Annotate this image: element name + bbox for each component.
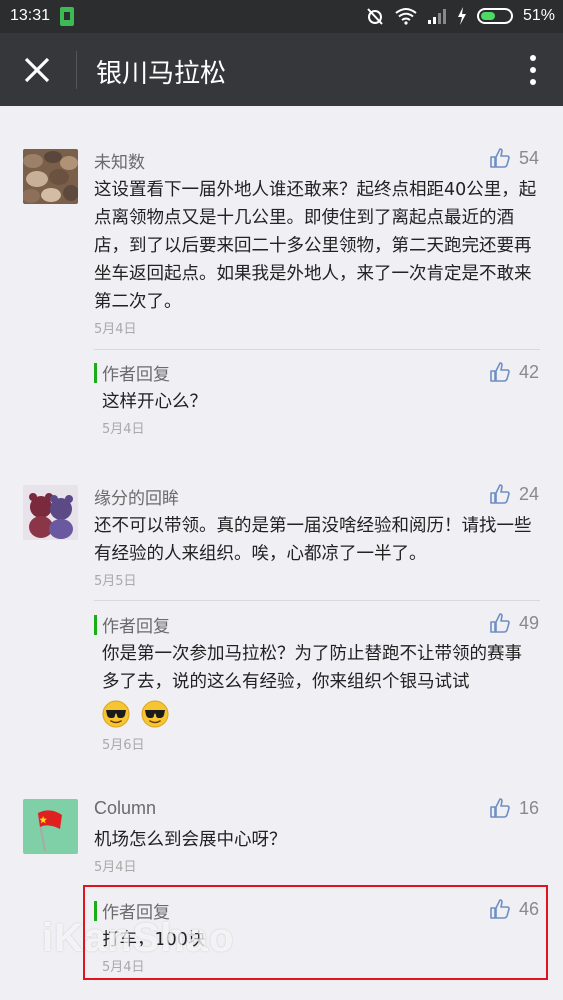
comment-author[interactable]: 缘分的回眸 [94, 484, 179, 509]
avatar[interactable] [23, 485, 78, 540]
avatar[interactable] [23, 149, 78, 204]
comment-date: 5月4日 [94, 860, 137, 875]
like-button[interactable]: 24 [489, 483, 539, 505]
divider [94, 600, 540, 601]
comment-text: 机场怎么到会展中心呀？ [94, 830, 287, 850]
comment-author[interactable]: Column [94, 798, 156, 819]
alarm-off-icon [367, 8, 383, 25]
cool-sunglasses-emoji [102, 700, 130, 728]
reply-like-button[interactable]: 42 [489, 361, 539, 383]
signal-icon [427, 9, 446, 24]
thumbs-up-icon [490, 484, 510, 504]
like-count: 24 [518, 483, 539, 504]
reply-date: 5月6日 [102, 738, 145, 753]
like-button[interactable]: 54 [489, 147, 539, 169]
divider [94, 349, 540, 350]
status-icons: 51% [365, 6, 555, 26]
watermark: iKanShao [42, 916, 234, 961]
status-bar: 13:31 51% [0, 0, 563, 33]
comment-date: 5月5日 [94, 574, 137, 589]
reply-accent-bar [94, 363, 97, 383]
reply-date: 5月4日 [102, 422, 145, 437]
like-count: 42 [518, 361, 539, 382]
comment-text: 这设置看下一届外地人谁还敢来？起终点相距40公里，起点离领物点又是十几公里。即使… [94, 180, 537, 312]
thumbs-up-icon [490, 613, 510, 633]
thumbs-up-icon [490, 798, 510, 818]
reply-label: 作者回复 [102, 617, 170, 637]
comment-list[interactable]: 未知数 54 这设置看下一届外地人谁还敢来？起终点相距40公里，起点离领物点又是… [0, 106, 563, 1000]
avatar[interactable] [23, 799, 78, 854]
cool-sunglasses-emoji [141, 700, 169, 728]
like-count: 16 [518, 797, 539, 818]
reply-like-button[interactable]: 49 [489, 612, 539, 634]
thumbs-up-icon [490, 362, 510, 382]
comment-date: 5月4日 [94, 322, 137, 337]
charging-icon [457, 7, 466, 25]
battery-level [480, 12, 495, 20]
more-vertical-icon[interactable] [525, 51, 541, 89]
watermark-text: iKanShao [42, 916, 235, 960]
comment-author[interactable]: 未知数 [94, 148, 145, 173]
page-title: 银川马拉松 [96, 59, 227, 89]
reply-emoji-row [102, 700, 175, 732]
battery-percent: 51% [522, 7, 555, 24]
comment-text: 还不可以带领。真的是第一届没啥经验和阅历！请找一些有经验的人来组织。唉，心都凉了… [94, 516, 532, 564]
app-bar: 银川马拉松 [0, 33, 563, 106]
reply-label: 作者回复 [102, 365, 170, 385]
like-button[interactable]: 16 [489, 797, 539, 819]
thumbs-up-icon [490, 148, 510, 168]
app-bar-divider [76, 51, 77, 89]
like-count: 54 [518, 147, 539, 168]
battery-icon [476, 8, 513, 24]
close-icon[interactable] [20, 53, 54, 87]
reply-accent-bar [94, 615, 97, 635]
status-time: 13:31 [10, 7, 51, 24]
battery-saver-icon [60, 7, 74, 26]
wifi-icon [395, 8, 417, 25]
reply-text: 你是第一次参加马拉松？为了防止替跑不让带领的赛事多了去，说的这么有经验，你来组织… [102, 644, 522, 692]
like-count: 49 [518, 612, 539, 633]
reply-text: 这样开心么？ [102, 392, 207, 412]
